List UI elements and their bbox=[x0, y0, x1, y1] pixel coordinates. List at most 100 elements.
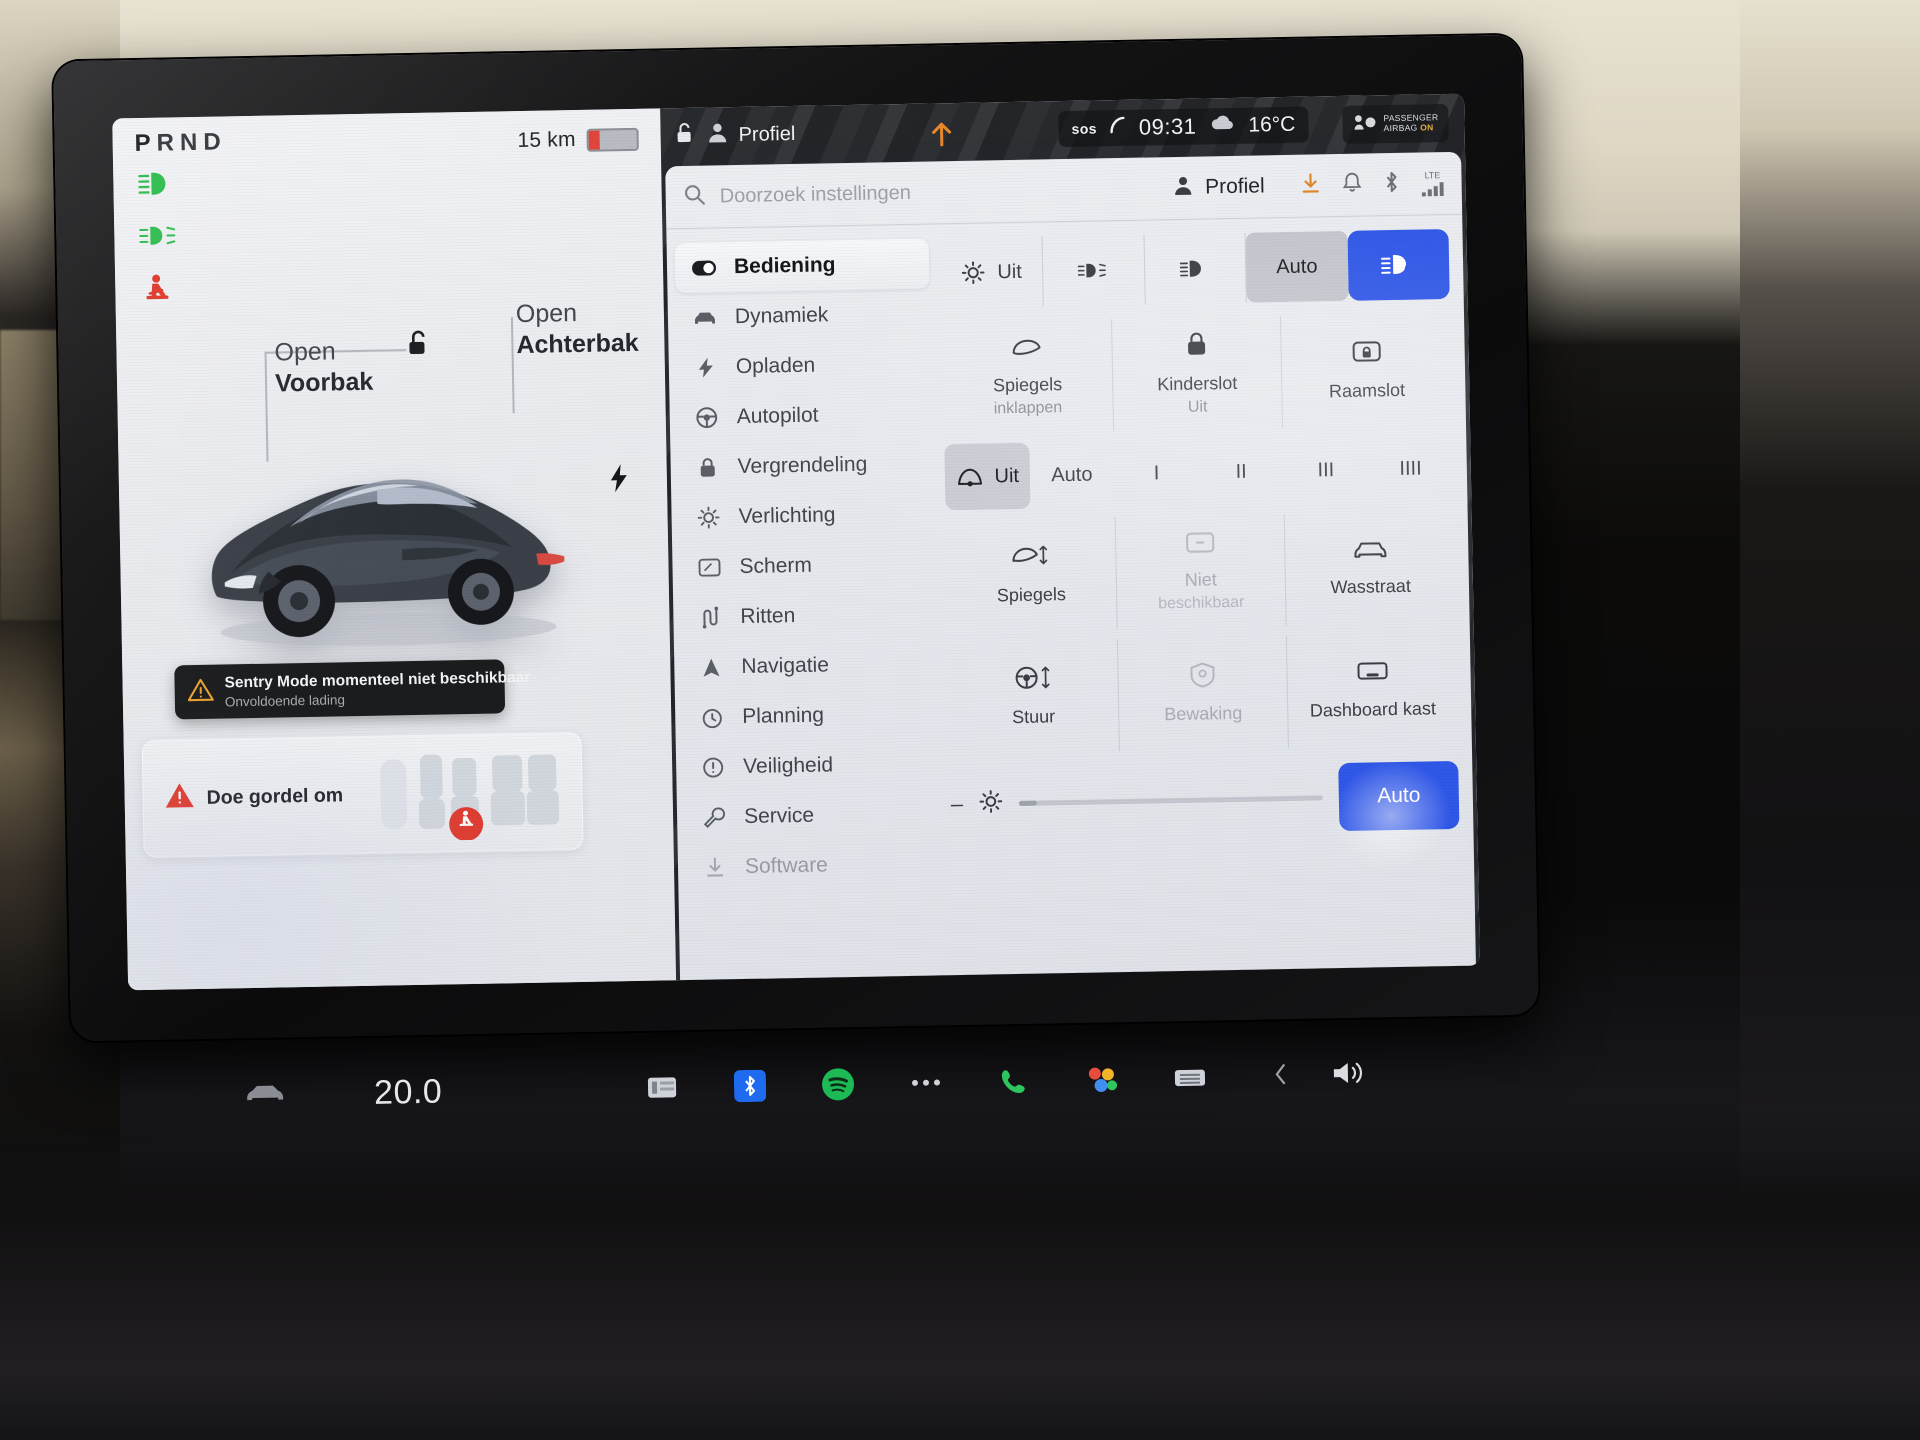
unlock-icon[interactable] bbox=[406, 329, 431, 364]
sidebar-item-bediening[interactable]: Bediening bbox=[674, 238, 930, 294]
settings-content: Uit Auto A Spiegels inklappen Kinderslot… bbox=[928, 215, 1476, 976]
media-apps-icon[interactable] bbox=[1084, 1061, 1121, 1098]
lte-label: LTE bbox=[1424, 170, 1441, 181]
mirror-fold-icon bbox=[1010, 335, 1045, 365]
download-icon[interactable] bbox=[1300, 172, 1320, 199]
profile-button[interactable]: Profiel bbox=[1173, 173, 1265, 202]
bell-icon[interactable] bbox=[1342, 172, 1362, 198]
wiper-speed-1-button[interactable]: I bbox=[1114, 440, 1200, 508]
mirrors-fold-button[interactable]: Spiegels inklappen bbox=[942, 319, 1114, 435]
auto-headlight-button[interactable]: A bbox=[1347, 228, 1450, 301]
more-dots-icon[interactable] bbox=[908, 1064, 945, 1101]
sidebar-item-planning[interactable]: Planning bbox=[683, 688, 938, 743]
brightness-auto-button[interactable]: Auto bbox=[1338, 760, 1460, 832]
bluetooth-icon[interactable] bbox=[1383, 170, 1399, 197]
wiper-speed-4-button[interactable]: IIII bbox=[1368, 435, 1454, 503]
frunk-label: Voorbak bbox=[274, 367, 374, 398]
display-icon bbox=[696, 558, 722, 577]
window-lock-button[interactable]: Raamslot bbox=[1281, 313, 1452, 428]
sidebar-item-vergrendeling[interactable]: Vergrendeling bbox=[678, 438, 933, 493]
controls-row-3: Stuur Bewaking Dashboard kast bbox=[947, 633, 1458, 755]
glovebox-button[interactable]: Dashboard kast bbox=[1287, 633, 1458, 748]
window-lock-label: Raamslot bbox=[1329, 380, 1405, 403]
charge-port-bolt-icon[interactable] bbox=[609, 463, 630, 498]
mirrors-adjust-label: Spiegels bbox=[997, 584, 1066, 607]
clock-weather-group[interactable]: sos 09:31 16°C bbox=[1058, 106, 1309, 148]
wiper-speed-2-button[interactable]: II bbox=[1198, 438, 1284, 506]
climate-temperature-button[interactable]: 20.0 bbox=[374, 1072, 443, 1112]
sentry-mode-toast[interactable]: Sentry Mode momenteel niet beschikbaar O… bbox=[174, 659, 530, 720]
sidebar-label: Opladen bbox=[735, 353, 816, 379]
steering-adjust-button[interactable]: Stuur bbox=[947, 639, 1120, 755]
gear-active: P bbox=[134, 129, 157, 158]
settings-panel: Doorzoek instellingen Profiel LTE Bedien… bbox=[665, 151, 1476, 981]
wiper-speed-3-button[interactable]: III bbox=[1283, 437, 1369, 505]
wiper-off-button[interactable]: Uit bbox=[944, 442, 1031, 511]
airbag-line2: AIRBAG bbox=[1383, 122, 1418, 134]
profile-button-label: Profiel bbox=[1204, 174, 1265, 199]
car-front-icon bbox=[692, 309, 718, 325]
sidebar-item-verlichting[interactable]: Verlichting bbox=[679, 488, 934, 543]
sentry-subtitle: Onvoldoende lading bbox=[224, 691, 346, 709]
sidebar-item-scherm[interactable]: Scherm bbox=[680, 538, 935, 593]
steering-adjust-title: Stuur bbox=[1011, 706, 1056, 728]
open-trunk-button[interactable]: Open Achterbak bbox=[516, 297, 639, 360]
phone-icon[interactable] bbox=[996, 1063, 1033, 1100]
seatbelt-card-label: Doe gordel om bbox=[206, 783, 344, 809]
bluetooth-icon[interactable] bbox=[732, 1068, 769, 1105]
exclamation-circle-icon bbox=[700, 756, 726, 778]
vehicle-image[interactable] bbox=[170, 400, 595, 668]
profile-status-button[interactable]: Profiel bbox=[706, 120, 795, 150]
sidebar-label: Bediening bbox=[733, 253, 836, 279]
sidebar-item-veiligheid[interactable]: Veiligheid bbox=[684, 738, 939, 793]
sidebar-item-autopilot[interactable]: Autopilot bbox=[677, 388, 932, 443]
fog-light-button[interactable] bbox=[1042, 234, 1146, 307]
sidebar-item-ritten[interactable]: Ritten bbox=[681, 588, 936, 643]
chevron-left-icon[interactable] bbox=[1274, 1063, 1288, 1090]
car-side-icon[interactable] bbox=[244, 1080, 287, 1110]
wiper-auto-label: Auto bbox=[1051, 463, 1093, 486]
climate-icon[interactable] bbox=[644, 1069, 681, 1106]
unavailable-icon bbox=[1185, 530, 1216, 560]
settings-search[interactable]: Doorzoek instellingen bbox=[683, 175, 1161, 211]
sentry-mode-button: Bewaking bbox=[1117, 636, 1290, 752]
person-icon bbox=[706, 121, 729, 149]
lights-control-row: Uit Auto A bbox=[940, 228, 1450, 309]
spotify-icon[interactable] bbox=[820, 1066, 857, 1103]
sidebar-item-opladen[interactable]: Opladen bbox=[676, 339, 931, 394]
seatbelt-warning-card[interactable]: Doe gordel om bbox=[141, 731, 584, 859]
open-frunk-button[interactable]: Open Voorbak bbox=[274, 336, 373, 399]
brightness-slider[interactable] bbox=[1019, 794, 1323, 806]
mirrors-adjust-button[interactable]: Spiegels bbox=[945, 517, 1118, 633]
tesla-touchscreen[interactable]: PRND 15 km Open Voorbak Open Achterbak S… bbox=[112, 93, 1480, 991]
download-arrow-icon bbox=[702, 856, 728, 878]
search-input[interactable]: Doorzoek instellingen bbox=[720, 181, 912, 208]
steering-adjust-icon bbox=[1013, 665, 1054, 697]
sidebar-item-service[interactable]: Service bbox=[685, 788, 940, 843]
interior-light-off-button[interactable]: Uit bbox=[940, 236, 1044, 309]
seatbelt-warning-telltale bbox=[139, 273, 180, 302]
lte-signal-icon[interactable]: LTE bbox=[1421, 170, 1444, 197]
sidebar-label: Verlichting bbox=[738, 503, 836, 529]
low-beam-button[interactable] bbox=[1144, 232, 1248, 305]
sidebar-label: Software bbox=[744, 853, 829, 878]
unavailable-title: Niet bbox=[1184, 569, 1218, 591]
car-wash-title: Wasstraat bbox=[1330, 575, 1412, 598]
wiper-auto-button[interactable]: Auto bbox=[1029, 441, 1115, 509]
mirrors-adjust-title: Spiegels bbox=[996, 584, 1067, 606]
car-wash-icon bbox=[1352, 539, 1388, 567]
rear-defrost-icon[interactable] bbox=[1172, 1060, 1209, 1097]
lights-auto-button[interactable]: Auto bbox=[1245, 230, 1349, 303]
sidebar-item-navigatie[interactable]: Navigatie bbox=[682, 638, 937, 693]
volume-icon[interactable] bbox=[1330, 1058, 1367, 1092]
brightness-minus-label[interactable]: – bbox=[951, 791, 964, 817]
profile-person-icon bbox=[1173, 174, 1194, 201]
sidebar-item-software[interactable]: Software bbox=[686, 838, 941, 893]
sentry-camera-icon bbox=[1188, 662, 1217, 694]
child-lock-button[interactable]: Kinderslot Uit bbox=[1111, 316, 1284, 432]
airbag-state: ON bbox=[1420, 122, 1434, 133]
controls-row-1: Spiegels inklappen Kinderslot Uit Raamsl… bbox=[942, 313, 1452, 435]
unlock-status-icon[interactable] bbox=[674, 121, 695, 151]
sidebar-item-dynamiek[interactable]: Dynamiek bbox=[675, 289, 930, 344]
car-wash-button[interactable]: Wasstraat bbox=[1285, 511, 1456, 626]
